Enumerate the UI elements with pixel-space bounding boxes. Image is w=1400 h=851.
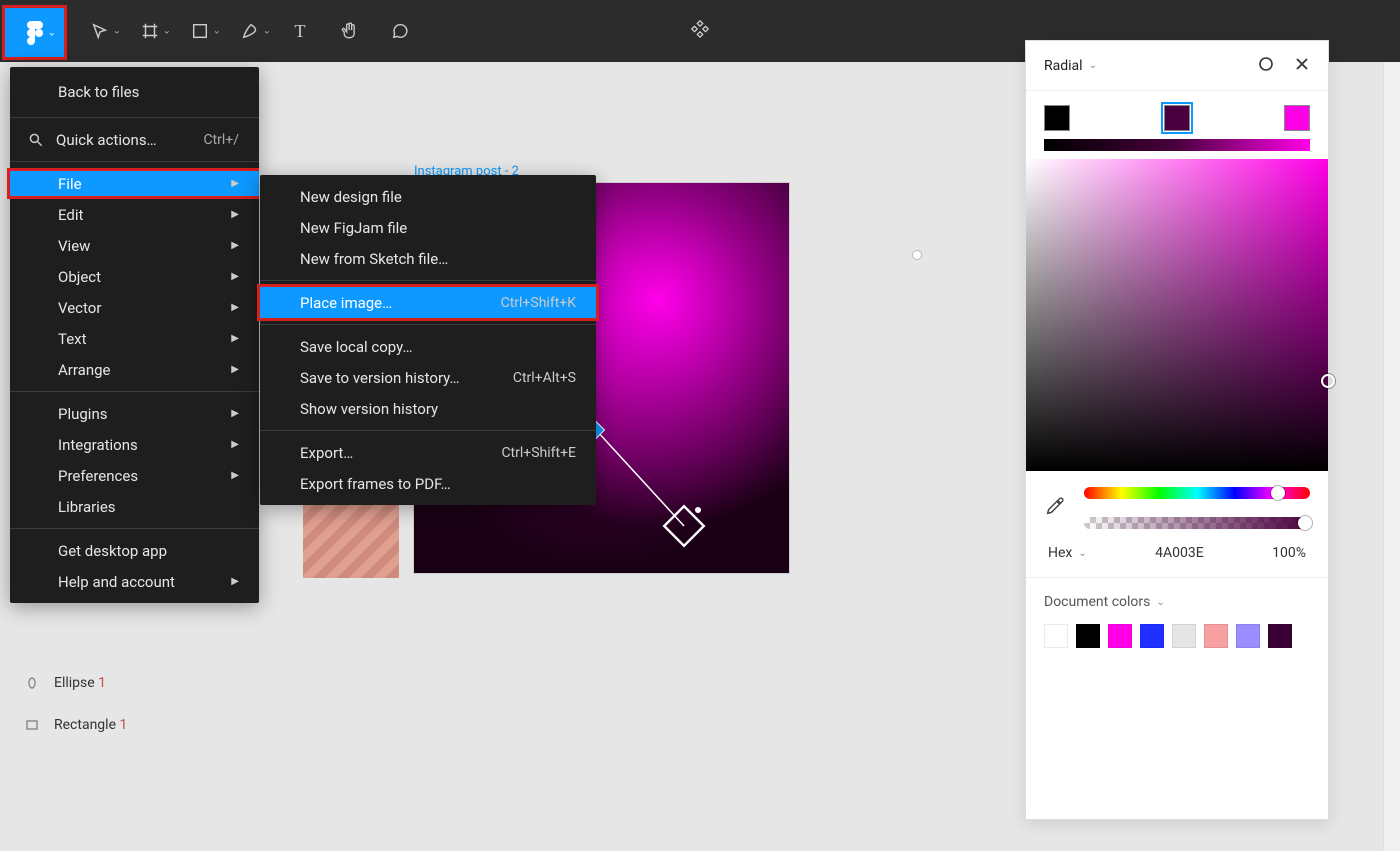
- gradient-stop-2[interactable]: [1284, 105, 1310, 131]
- figma-logo-icon: [27, 21, 43, 45]
- gradient-bar[interactable]: [1044, 139, 1310, 151]
- submenu-export-pdf[interactable]: Export frames to PDF…: [260, 468, 596, 499]
- ellipse-icon: [24, 676, 40, 690]
- layer-row-rectangle[interactable]: Rectangle 1: [20, 704, 280, 746]
- hand-tool[interactable]: [325, 7, 375, 55]
- menu-preferences[interactable]: Preferences▶: [10, 460, 259, 491]
- menu-libraries[interactable]: Libraries: [10, 491, 259, 522]
- scrollbar[interactable]: [1383, 62, 1400, 851]
- menu-object[interactable]: Object▶: [10, 261, 259, 292]
- close-icon[interactable]: [1294, 56, 1310, 76]
- swatch[interactable]: [1204, 624, 1228, 648]
- ellipse-handle[interactable]: [912, 250, 922, 260]
- swatch[interactable]: [1076, 624, 1100, 648]
- assets-icon[interactable]: [689, 18, 711, 44]
- menu-text[interactable]: Text▶: [10, 323, 259, 354]
- menu-arrange[interactable]: Arrange▶: [10, 354, 259, 385]
- blend-mode-icon[interactable]: [1258, 56, 1274, 76]
- opacity-value[interactable]: 100%: [1272, 545, 1306, 561]
- gradient-stop-0[interactable]: [1044, 105, 1070, 131]
- submenu-export[interactable]: Export…Ctrl+Shift+E: [260, 437, 596, 468]
- layer-row-ellipse[interactable]: Ellipse 1: [20, 662, 280, 704]
- figma-menu-button[interactable]: ⌄: [2, 5, 67, 60]
- gradient-stops[interactable]: [1044, 105, 1310, 133]
- fill-type-dropdown[interactable]: Radial⌄: [1044, 58, 1097, 74]
- chevron-down-icon: ⌄: [48, 27, 56, 38]
- swatch[interactable]: [1108, 624, 1132, 648]
- hue-slider[interactable]: [1084, 487, 1310, 499]
- hex-value[interactable]: 4A003E: [1155, 545, 1204, 561]
- swatch[interactable]: [1140, 624, 1164, 648]
- submenu-new-sketch[interactable]: New from Sketch file…: [260, 243, 596, 274]
- menu-back-to-files[interactable]: Back to files: [10, 73, 259, 111]
- layer-label: Rectangle 1: [54, 717, 127, 733]
- document-colors-dropdown[interactable]: Document colors⌄: [1044, 594, 1310, 610]
- shape-tool[interactable]: [175, 7, 225, 55]
- submenu-new-design[interactable]: New design file: [260, 181, 596, 212]
- rectangle-icon: [24, 718, 40, 732]
- swatch[interactable]: [1268, 624, 1292, 648]
- menu-plugins[interactable]: Plugins▶: [10, 398, 259, 429]
- layers-list: Ellipse 1 Rectangle 1: [20, 662, 280, 746]
- color-mode-dropdown[interactable]: Hex⌄: [1048, 545, 1087, 561]
- menu-help[interactable]: Help and account▶: [10, 566, 259, 597]
- submenu-save-local[interactable]: Save local copy…: [260, 331, 596, 362]
- saturation-value-picker[interactable]: [1026, 159, 1328, 471]
- swatch-row: [1044, 624, 1310, 648]
- layer-label: Ellipse 1: [54, 675, 106, 691]
- text-tool[interactable]: T: [275, 7, 325, 55]
- submenu-save-version[interactable]: Save to version history…Ctrl+Alt+S: [260, 362, 596, 393]
- menu-quick-actions[interactable]: Quick actions… Ctrl+/: [10, 124, 259, 155]
- submenu-show-version[interactable]: Show version history: [260, 393, 596, 424]
- submenu-new-figjam[interactable]: New FigJam file: [260, 212, 596, 243]
- color-panel: Radial⌄ Hex⌄ 4A003E 100% Document colors…: [1026, 41, 1328, 819]
- pen-tool[interactable]: [225, 7, 275, 55]
- move-tool[interactable]: [75, 7, 125, 55]
- swatch[interactable]: [1236, 624, 1260, 648]
- swatch[interactable]: [1044, 624, 1068, 648]
- chevron-down-icon: ⌄: [1089, 60, 1097, 71]
- swatch[interactable]: [1172, 624, 1196, 648]
- chevron-right-icon: ▶: [231, 178, 239, 189]
- menu-vector[interactable]: Vector▶: [10, 292, 259, 323]
- search-icon: [28, 132, 44, 148]
- menu-get-desktop[interactable]: Get desktop app: [10, 535, 259, 566]
- file-submenu: New design file New FigJam file New from…: [260, 175, 596, 505]
- menu-integrations[interactable]: Integrations▶: [10, 429, 259, 460]
- menu-file[interactable]: File▶: [7, 168, 259, 199]
- submenu-place-image[interactable]: Place image…Ctrl+Shift+K: [260, 287, 596, 318]
- sv-cursor[interactable]: [1321, 374, 1335, 388]
- comment-tool[interactable]: [375, 7, 425, 55]
- menu-edit[interactable]: Edit▶: [10, 199, 259, 230]
- alpha-slider[interactable]: [1084, 517, 1310, 529]
- menu-view[interactable]: View▶: [10, 230, 259, 261]
- eyedropper-icon[interactable]: [1044, 495, 1066, 517]
- main-menu: Back to files Quick actions… Ctrl+/ File…: [10, 67, 259, 603]
- gradient-stop-1[interactable]: [1164, 105, 1190, 131]
- frame-tool[interactable]: [125, 7, 175, 55]
